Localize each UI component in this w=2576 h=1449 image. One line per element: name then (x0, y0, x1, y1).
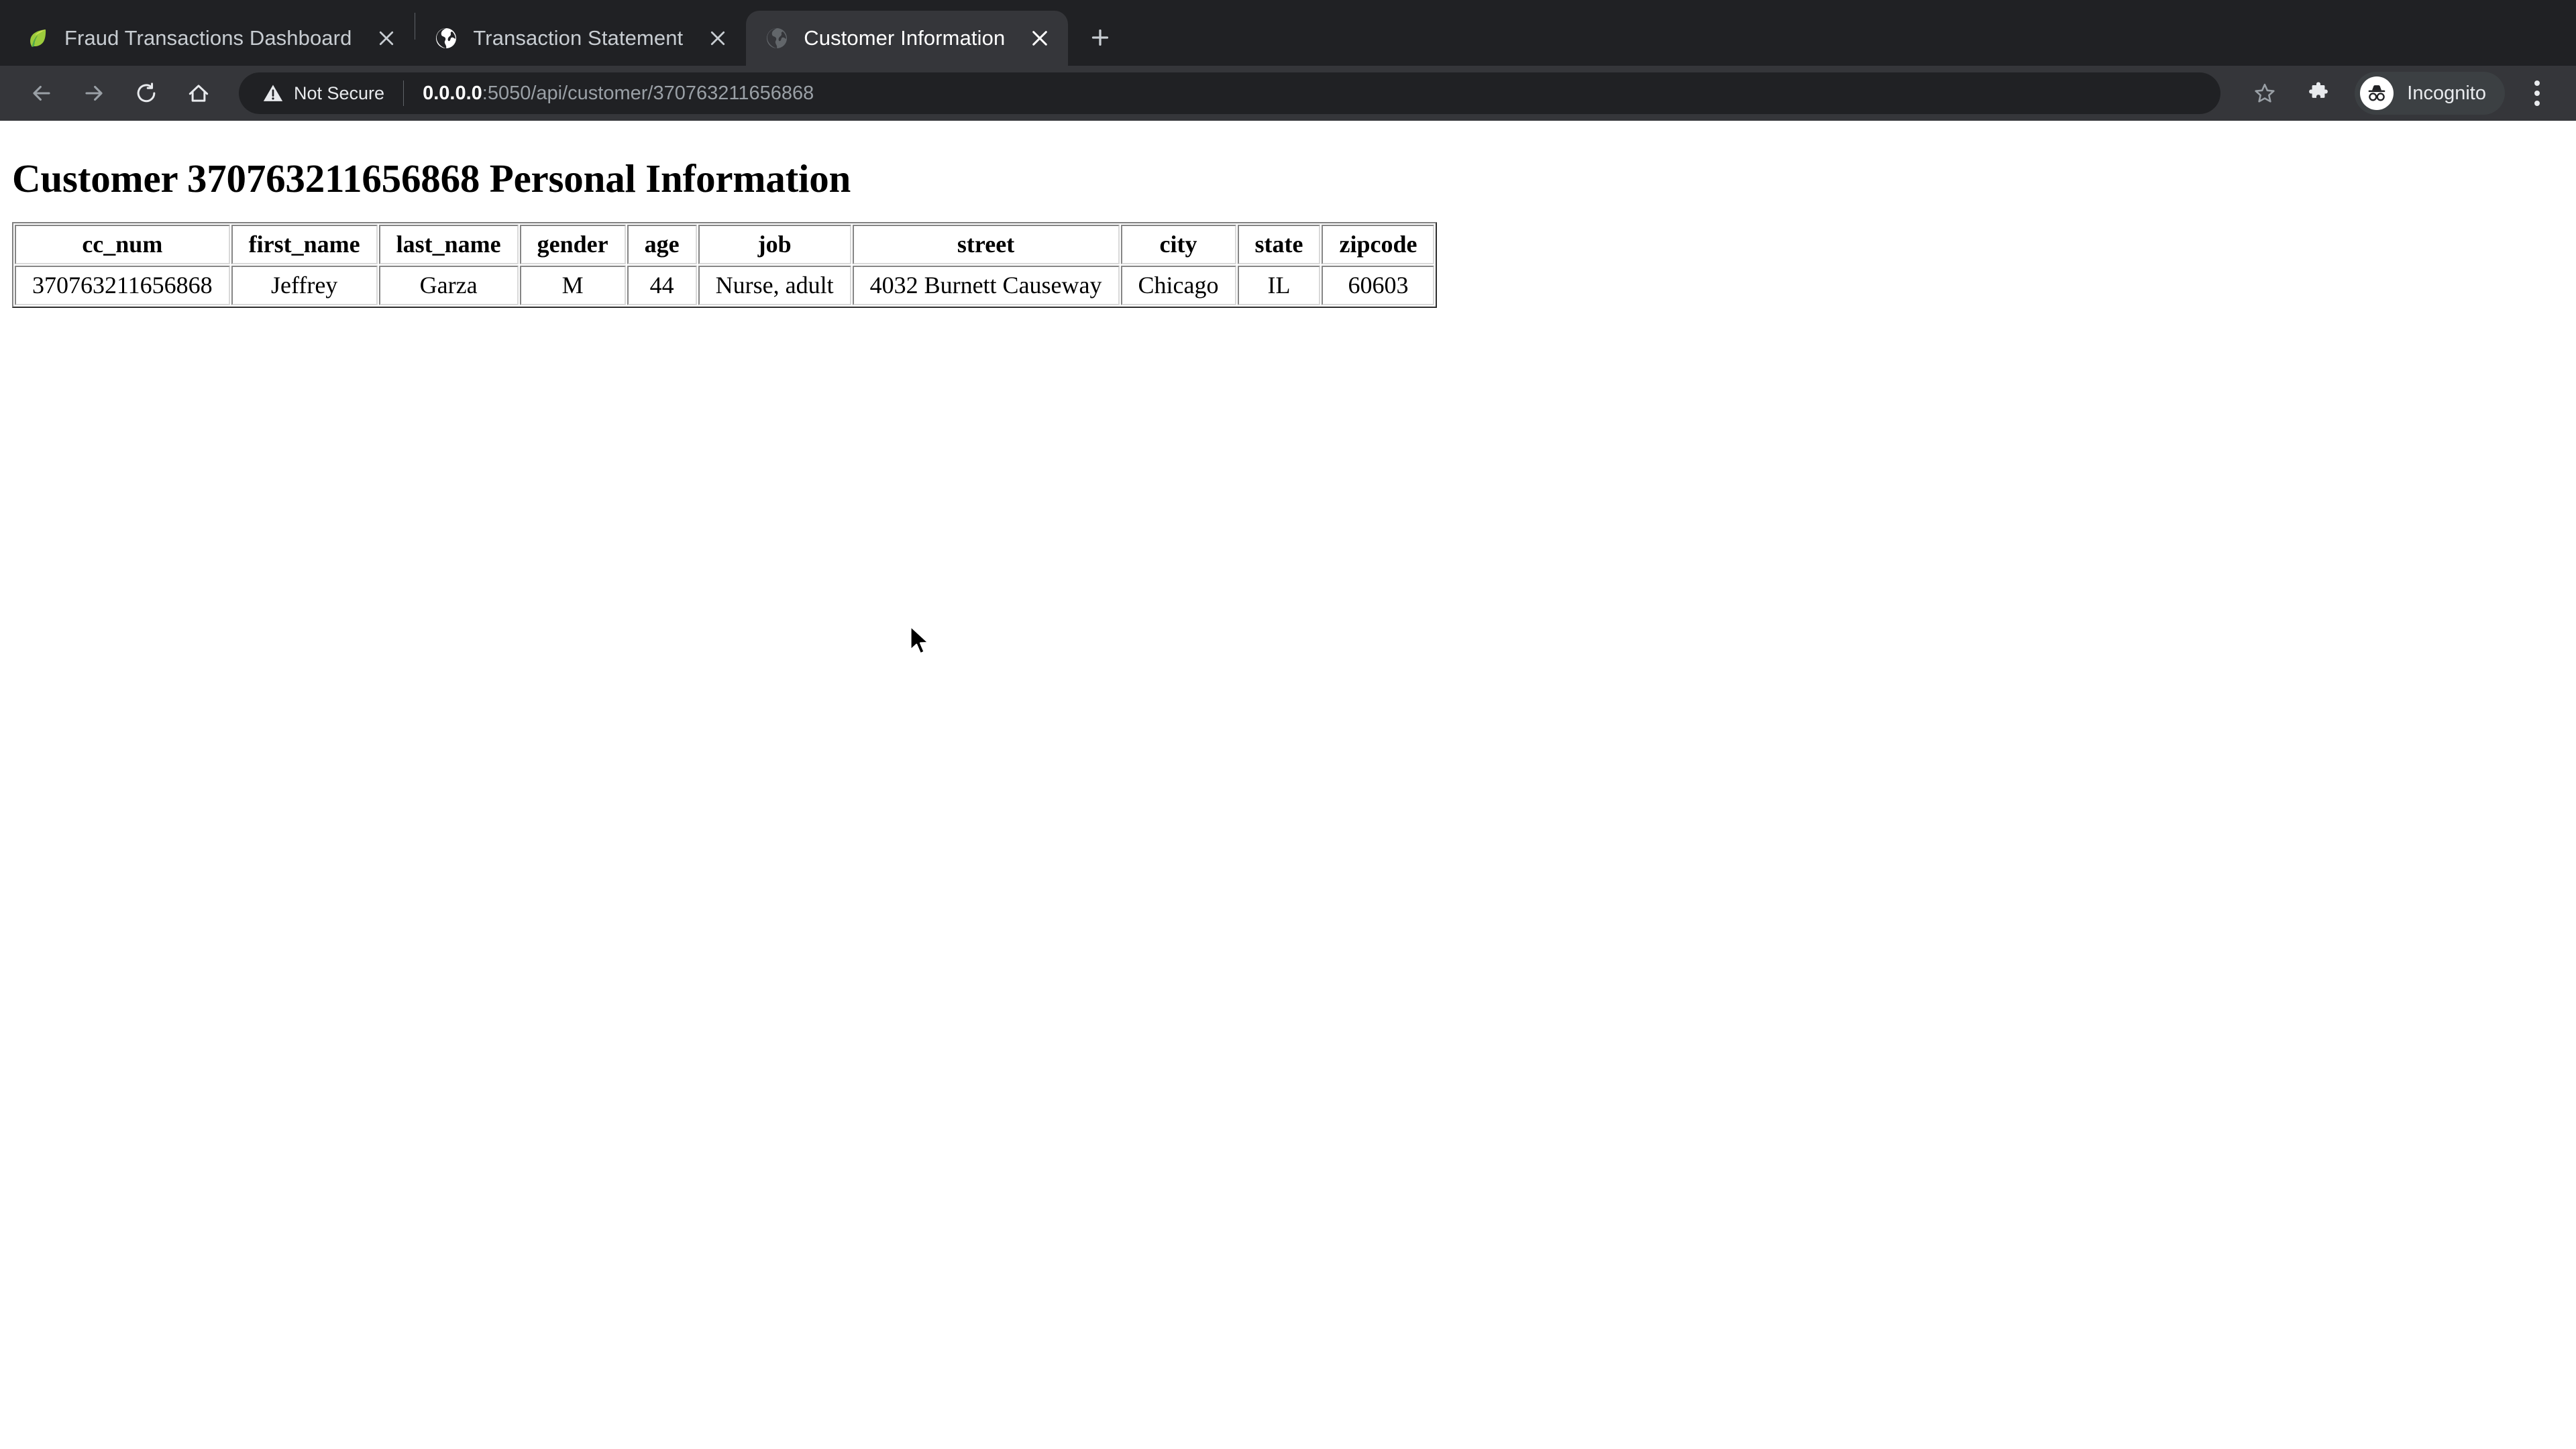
cell-first_name: Jeffrey (231, 266, 378, 306)
tab-title: Transaction Statement (473, 26, 684, 50)
browser-window: Fraud Transactions Dashboard Transaction… (0, 0, 2576, 1449)
customer-information-table: cc_num first_name last_name gender age job str… (12, 221, 1438, 309)
cell-city: Chicago (1120, 266, 1236, 306)
cell-street: 4032 Burnett Causeway (852, 266, 1120, 306)
menu-dot (2534, 91, 2540, 96)
column-header-first_name: first_name (231, 224, 378, 264)
tab-title: Customer Information (804, 26, 1006, 50)
cell-job: Nurse, adult (698, 266, 851, 306)
page-content: Customer 370763211656868 Personal Inform… (0, 121, 2576, 321)
page-title: Customer 370763211656868 Personal Inform… (12, 156, 851, 201)
column-header-last_name: last_name (378, 224, 519, 264)
browser-menu-button[interactable] (2516, 69, 2559, 117)
tab-strip: Fraud Transactions Dashboard Transaction… (0, 0, 2576, 66)
table-row: 370763211656868 Jeffrey Garza M 44 Nurse, adu… (15, 266, 1435, 306)
incognito-label: Incognito (2407, 82, 2486, 104)
table-header-row: cc_num first_name last_name gender age job str… (15, 224, 1435, 264)
url-path: :5050/api/customer/370763211656868 (482, 82, 814, 104)
tab-transaction-statement[interactable]: Transaction Statement (415, 11, 746, 66)
column-header-gender: gender (519, 224, 626, 264)
cell-last_name: Garza (378, 266, 519, 306)
toolbar-right-actions: Incognito (2235, 69, 2559, 117)
puzzle-piece-icon (2309, 82, 2328, 98)
home-icon (189, 85, 209, 102)
back-arrow-icon (33, 85, 50, 101)
not-secure-label: Not Secure (294, 83, 385, 103)
warning-triangle-icon (262, 82, 284, 105)
column-header-age: age (627, 224, 697, 264)
tab-close-button[interactable] (1021, 19, 1059, 57)
cell-age: 44 (627, 266, 697, 306)
globe-icon-dim (763, 25, 790, 52)
table-body: 370763211656868 Jeffrey Garza M 44 Nurse, adu… (15, 266, 1435, 306)
table-head: cc_num first_name last_name gender age job str… (15, 224, 1435, 264)
incognito-hat-glasses-icon (2360, 76, 2394, 110)
menu-dot (2534, 80, 2540, 86)
plus-icon (1092, 29, 1109, 46)
column-header-state: state (1237, 224, 1321, 264)
browser-toolbar: Not Secure 0.0.0.0:5050/api/customer/370… (0, 66, 2576, 121)
cell-gender: M (519, 266, 626, 306)
column-header-zipcode: zipcode (1322, 224, 1435, 264)
profile-incognito-button[interactable]: Incognito (2355, 72, 2505, 115)
column-header-street: street (852, 224, 1120, 264)
tab-close-button[interactable] (368, 19, 405, 57)
forward-button[interactable] (70, 69, 118, 117)
column-header-job: job (698, 224, 851, 264)
page-viewport: Customer 370763211656868 Personal Inform… (0, 121, 2576, 1449)
tab-customer-information[interactable]: Customer Information (746, 11, 1069, 66)
home-button[interactable] (174, 69, 223, 117)
tab-title: Fraud Transactions Dashboard (64, 26, 352, 50)
omnibox-divider (403, 80, 405, 106)
mouse-cursor (902, 623, 938, 659)
back-button[interactable] (17, 69, 66, 117)
security-status[interactable]: Not Secure (262, 82, 384, 105)
leaf-icon (24, 25, 51, 52)
tabs-row: Fraud Transactions Dashboard Transaction… (0, 0, 1123, 66)
cell-state: IL (1237, 266, 1321, 306)
url-display: 0.0.0.0:5050/api/customer/37076321165686… (423, 83, 814, 105)
globe-icon (433, 25, 460, 52)
bookmark-button[interactable] (2241, 69, 2289, 117)
cell-zipcode: 60603 (1322, 266, 1435, 306)
address-bar[interactable]: Not Secure 0.0.0.0:5050/api/customer/370… (239, 72, 2221, 114)
menu-dot (2534, 101, 2540, 106)
extensions-button[interactable] (2294, 69, 2343, 117)
url-host: 0.0.0.0 (423, 82, 482, 104)
tab-fraud-transactions-dashboard[interactable]: Fraud Transactions Dashboard (7, 11, 415, 66)
new-tab-button[interactable] (1077, 15, 1123, 60)
column-header-city: city (1120, 224, 1236, 264)
tab-close-button[interactable] (699, 19, 737, 57)
reload-button[interactable] (122, 69, 170, 117)
cell-cc_num: 370763211656868 (15, 266, 230, 306)
star-icon (2255, 83, 2275, 103)
column-header-cc_num: cc_num (15, 224, 230, 264)
reload-icon (137, 83, 156, 103)
forward-arrow-icon (85, 85, 103, 101)
